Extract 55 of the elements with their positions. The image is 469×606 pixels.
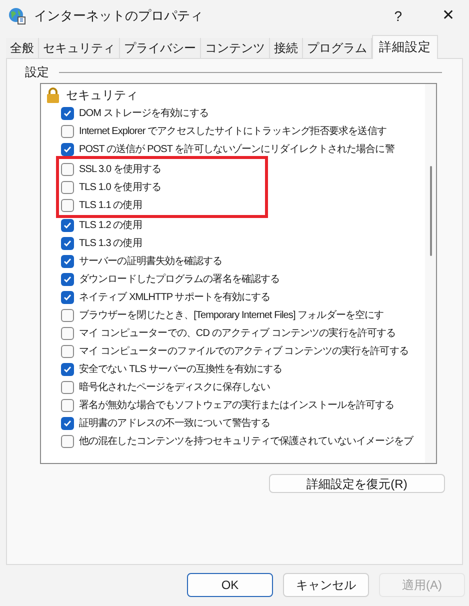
setting-label: マイ コンピューターのファイルでのアクティブ コンテンツの実行を許可する bbox=[79, 344, 408, 358]
checkbox[interactable] bbox=[61, 326, 74, 340]
setting-label: TLS 1.0 を使用する bbox=[79, 180, 161, 194]
checkbox[interactable] bbox=[61, 290, 74, 304]
setting-label: ブラウザーを閉じたとき、[Temporary Internet Files] フォルダーを空にす bbox=[79, 308, 384, 322]
setting-label: ダウンロードしたプログラムの署名を確認する bbox=[79, 272, 280, 286]
settings-list[interactable] bbox=[40, 83, 437, 464]
help-button[interactable]: ? bbox=[394, 6, 402, 26]
setting-label: DOM ストレージを有効にする bbox=[79, 106, 208, 120]
dialog-button[interactable]: OK bbox=[187, 573, 273, 597]
setting-label: 暗号化されたページをディスクに保存しない bbox=[79, 380, 270, 394]
checkbox[interactable] bbox=[61, 362, 74, 376]
checkbox[interactable] bbox=[61, 254, 74, 268]
checkbox[interactable] bbox=[61, 308, 74, 322]
setting-label: TLS 1.1 の使用 bbox=[79, 198, 142, 212]
checkbox[interactable] bbox=[61, 380, 74, 394]
checkbox[interactable] bbox=[61, 236, 74, 250]
dialog-button[interactable]: キャンセル bbox=[283, 573, 369, 597]
setting-label: 他の混在したコンテンツを持つセキュリティで保護されていないイメージをブ bbox=[79, 434, 414, 448]
checkbox[interactable] bbox=[61, 198, 74, 212]
setting-label: POST の送信が POST を許可しないゾーンにリダイレクトされた場合に警 bbox=[79, 142, 394, 156]
checkbox[interactable] bbox=[61, 180, 74, 194]
checkbox[interactable] bbox=[61, 124, 74, 138]
checkmark-icon bbox=[63, 108, 72, 118]
close-button[interactable]: ✕ bbox=[442, 4, 455, 28]
checkbox[interactable] bbox=[61, 142, 74, 156]
window-title: インターネットのプロパティ bbox=[34, 7, 203, 26]
setting-label: Internet Explorer でアクセスしたサイトにトラッキング拒否要求を送信す bbox=[79, 124, 386, 138]
setting-label: ネイティブ XMLHTTP サポートを有効にする bbox=[79, 290, 270, 304]
checkbox[interactable] bbox=[61, 398, 74, 412]
scrollbar-thumb[interactable] bbox=[430, 166, 432, 256]
checkmark-icon bbox=[63, 418, 72, 428]
checkmark-icon bbox=[63, 364, 72, 374]
restore-defaults-button[interactable]: 詳細設定を復元(R) bbox=[269, 474, 445, 493]
checkbox[interactable] bbox=[61, 106, 74, 120]
setting-label: TLS 1.3 の使用 bbox=[79, 236, 142, 250]
setting-label: サーバーの証明書失効を確認する bbox=[79, 254, 222, 268]
globe-icon bbox=[8, 7, 26, 25]
checkbox[interactable] bbox=[61, 416, 74, 430]
setting-label: TLS 1.2 の使用 bbox=[79, 218, 142, 232]
setting-label: 署名が無効な場合でもソフトウェアの実行またはインストールを許可する bbox=[79, 398, 394, 412]
checkmark-icon bbox=[63, 144, 72, 154]
setting-label: マイ コンピューターでの、CD のアクティブ コンテンツの実行を許可する bbox=[79, 326, 396, 340]
tab[interactable]: 詳細設定 bbox=[372, 35, 438, 59]
checkbox[interactable] bbox=[61, 272, 74, 286]
checkbox[interactable] bbox=[61, 344, 74, 358]
group-label: 設定 bbox=[25, 64, 49, 81]
lock-icon bbox=[46, 87, 60, 103]
category-label: セキュリティ bbox=[66, 87, 138, 104]
checkbox[interactable] bbox=[61, 434, 74, 448]
checkbox[interactable] bbox=[61, 162, 74, 176]
checkbox[interactable] bbox=[61, 218, 74, 232]
setting-label: SSL 3.0 を使用する bbox=[79, 162, 162, 176]
setting-label: 証明書のアドレスの不一致について警告する bbox=[79, 416, 270, 430]
setting-label: 安全でない TLS サーバーの互換性を有効にする bbox=[79, 362, 282, 376]
